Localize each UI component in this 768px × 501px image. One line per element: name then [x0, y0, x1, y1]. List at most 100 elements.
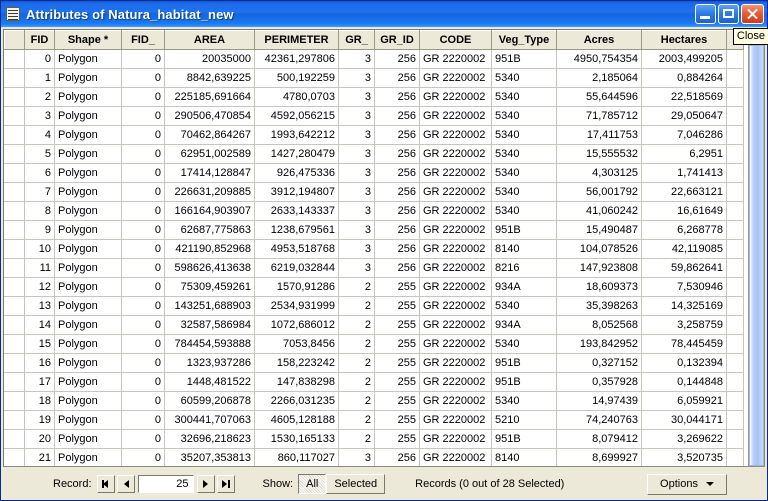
table-row[interactable]: 7 Polygon 0 226631,209885 3912,194807 3 256 GR … — [4, 182, 744, 202]
cell-perimeter[interactable]: 2534,931999 — [254, 296, 339, 316]
cell-acres[interactable]: 4,303125 — [556, 163, 642, 183]
cell-fid_[interactable]: 0 — [121, 125, 165, 145]
cell-perimeter[interactable]: 4780,0703 — [254, 87, 339, 107]
maximize-button[interactable] — [718, 4, 739, 24]
cell-fid[interactable]: 15 — [24, 334, 55, 354]
cell-fid_[interactable]: 0 — [121, 87, 165, 107]
cell-gr_id[interactable]: 256 — [374, 448, 420, 466]
cell-fid[interactable]: 0 — [24, 49, 55, 69]
cell-gr_id[interactable]: 256 — [374, 144, 420, 164]
show-all-button[interactable]: All — [298, 474, 327, 494]
row-selector[interactable] — [4, 334, 25, 354]
cell-area[interactable]: 62687,775863 — [164, 220, 255, 240]
cell-hectares[interactable]: 42,119085 — [641, 239, 727, 259]
cell-area[interactable]: 225185,691664 — [164, 87, 255, 107]
cell-acres[interactable]: 35,398263 — [556, 296, 642, 316]
cell-area[interactable]: 598626,413638 — [164, 258, 255, 278]
cell-shape[interactable]: Polygon — [54, 353, 122, 373]
cell-veg_type[interactable]: 5340 — [491, 391, 557, 411]
cell-perimeter[interactable]: 4605,128188 — [254, 410, 339, 430]
cell-gr_[interactable]: 2 — [338, 372, 375, 392]
column-header-gr[interactable]: GR_ — [338, 30, 375, 50]
cell-code[interactable]: GR 2220002 — [419, 258, 492, 278]
cell-code[interactable]: GR 2220002 — [419, 87, 492, 107]
cell-acres[interactable]: 18,609373 — [556, 277, 642, 297]
show-selected-button[interactable]: Selected — [326, 474, 386, 494]
cell-acres[interactable]: 8,052568 — [556, 315, 642, 335]
cell-shape[interactable]: Polygon — [54, 296, 122, 316]
cell-gr_[interactable]: 2 — [338, 429, 375, 449]
cell-perimeter[interactable]: 3912,194807 — [254, 182, 339, 202]
cell-perimeter[interactable]: 1570,91286 — [254, 277, 339, 297]
cell-fid_[interactable]: 0 — [121, 163, 165, 183]
cell-acres[interactable]: 0,357928 — [556, 372, 642, 392]
cell-shape[interactable]: Polygon — [54, 315, 122, 335]
cell-gr_[interactable]: 2 — [338, 296, 375, 316]
cell-perimeter[interactable]: 158,223242 — [254, 353, 339, 373]
cell-fid_[interactable]: 0 — [121, 201, 165, 221]
cell-gr_id[interactable]: 256 — [374, 68, 420, 88]
table-row[interactable]: 3 Polygon 0 290506,470854 4592,056215 3 256 GR … — [4, 106, 744, 126]
table-row[interactable]: 12 Polygon 0 75309,459261 1570,91286 2 255 GR 2… — [4, 277, 744, 297]
cell-perimeter[interactable]: 2633,143337 — [254, 201, 339, 221]
cell-code[interactable]: GR 2220002 — [419, 448, 492, 466]
cell-gr_[interactable]: 3 — [338, 163, 375, 183]
row-selector[interactable] — [4, 49, 25, 69]
cell-hectares[interactable]: 14,325169 — [641, 296, 727, 316]
cell-gr_[interactable]: 3 — [338, 182, 375, 202]
cell-veg_type[interactable]: 5340 — [491, 125, 557, 145]
cell-code[interactable]: GR 2220002 — [419, 353, 492, 373]
cell-acres[interactable]: 8,699927 — [556, 448, 642, 466]
cell-code[interactable]: GR 2220002 — [419, 201, 492, 221]
cell-veg_type[interactable]: 8140 — [491, 239, 557, 259]
cell-hectares[interactable]: 2003,499205 — [641, 49, 727, 69]
table-row[interactable]: 20 Polygon 0 32696,218623 1530,165133 2 255 GR … — [4, 429, 744, 449]
row-selector[interactable] — [4, 163, 25, 183]
cell-code[interactable]: GR 2220002 — [419, 410, 492, 430]
cell-gr_[interactable]: 3 — [338, 448, 375, 466]
cell-shape[interactable]: Polygon — [54, 125, 122, 145]
cell-fid[interactable]: 20 — [24, 429, 55, 449]
cell-hectares[interactable]: 7,046286 — [641, 125, 727, 145]
cell-shape[interactable]: Polygon — [54, 144, 122, 164]
cell-fid_[interactable]: 0 — [121, 68, 165, 88]
cell-fid[interactable]: 6 — [24, 163, 55, 183]
cell-veg_type[interactable]: 5340 — [491, 68, 557, 88]
cell-shape[interactable]: Polygon — [54, 258, 122, 278]
cell-gr_[interactable]: 3 — [338, 106, 375, 126]
minimize-button[interactable] — [695, 4, 716, 24]
last-record-button[interactable] — [216, 475, 235, 493]
cell-acres[interactable]: 56,001792 — [556, 182, 642, 202]
cell-perimeter[interactable]: 1238,679561 — [254, 220, 339, 240]
table-row[interactable]: 21 Polygon 0 35207,353813 860,117027 3 256 GR 2… — [4, 448, 744, 466]
cell-code[interactable]: GR 2220002 — [419, 220, 492, 240]
cell-shape[interactable]: Polygon — [54, 49, 122, 69]
table-row[interactable]: 6 Polygon 0 17414,128847 926,475336 3 256 GR 22… — [4, 163, 744, 183]
cell-perimeter[interactable]: 926,475336 — [254, 163, 339, 183]
cell-code[interactable]: GR 2220002 — [419, 391, 492, 411]
cell-perimeter[interactable]: 7053,8456 — [254, 334, 339, 354]
scroll-thumb[interactable] — [749, 45, 764, 466]
close-button[interactable] — [741, 4, 764, 24]
column-header-gr-id[interactable]: GR_ID — [374, 30, 420, 50]
record-number-input[interactable]: 25 — [137, 475, 194, 493]
row-selector[interactable] — [4, 448, 25, 466]
table-row[interactable]: 5 Polygon 0 62951,002589 1427,280479 3 256 GR 2… — [4, 144, 744, 164]
cell-hectares[interactable]: 59,862641 — [641, 258, 727, 278]
cell-veg_type[interactable]: 8140 — [491, 448, 557, 466]
cell-area[interactable]: 8842,639225 — [164, 68, 255, 88]
cell-fid_[interactable]: 0 — [121, 182, 165, 202]
cell-veg_type[interactable]: 934A — [491, 277, 557, 297]
row-selector[interactable] — [4, 239, 25, 259]
cell-fid[interactable]: 7 — [24, 182, 55, 202]
cell-fid_[interactable]: 0 — [121, 49, 165, 69]
cell-hectares[interactable]: 0,132394 — [641, 353, 727, 373]
cell-hectares[interactable]: 78,445459 — [641, 334, 727, 354]
cell-fid[interactable]: 17 — [24, 372, 55, 392]
column-header-code[interactable]: CODE — [419, 30, 492, 50]
cell-perimeter[interactable]: 42361,297806 — [254, 49, 339, 69]
cell-hectares[interactable]: 6,268778 — [641, 220, 727, 240]
cell-hectares[interactable]: 22,663121 — [641, 182, 727, 202]
cell-perimeter[interactable]: 6219,032844 — [254, 258, 339, 278]
cell-acres[interactable]: 104,078526 — [556, 239, 642, 259]
